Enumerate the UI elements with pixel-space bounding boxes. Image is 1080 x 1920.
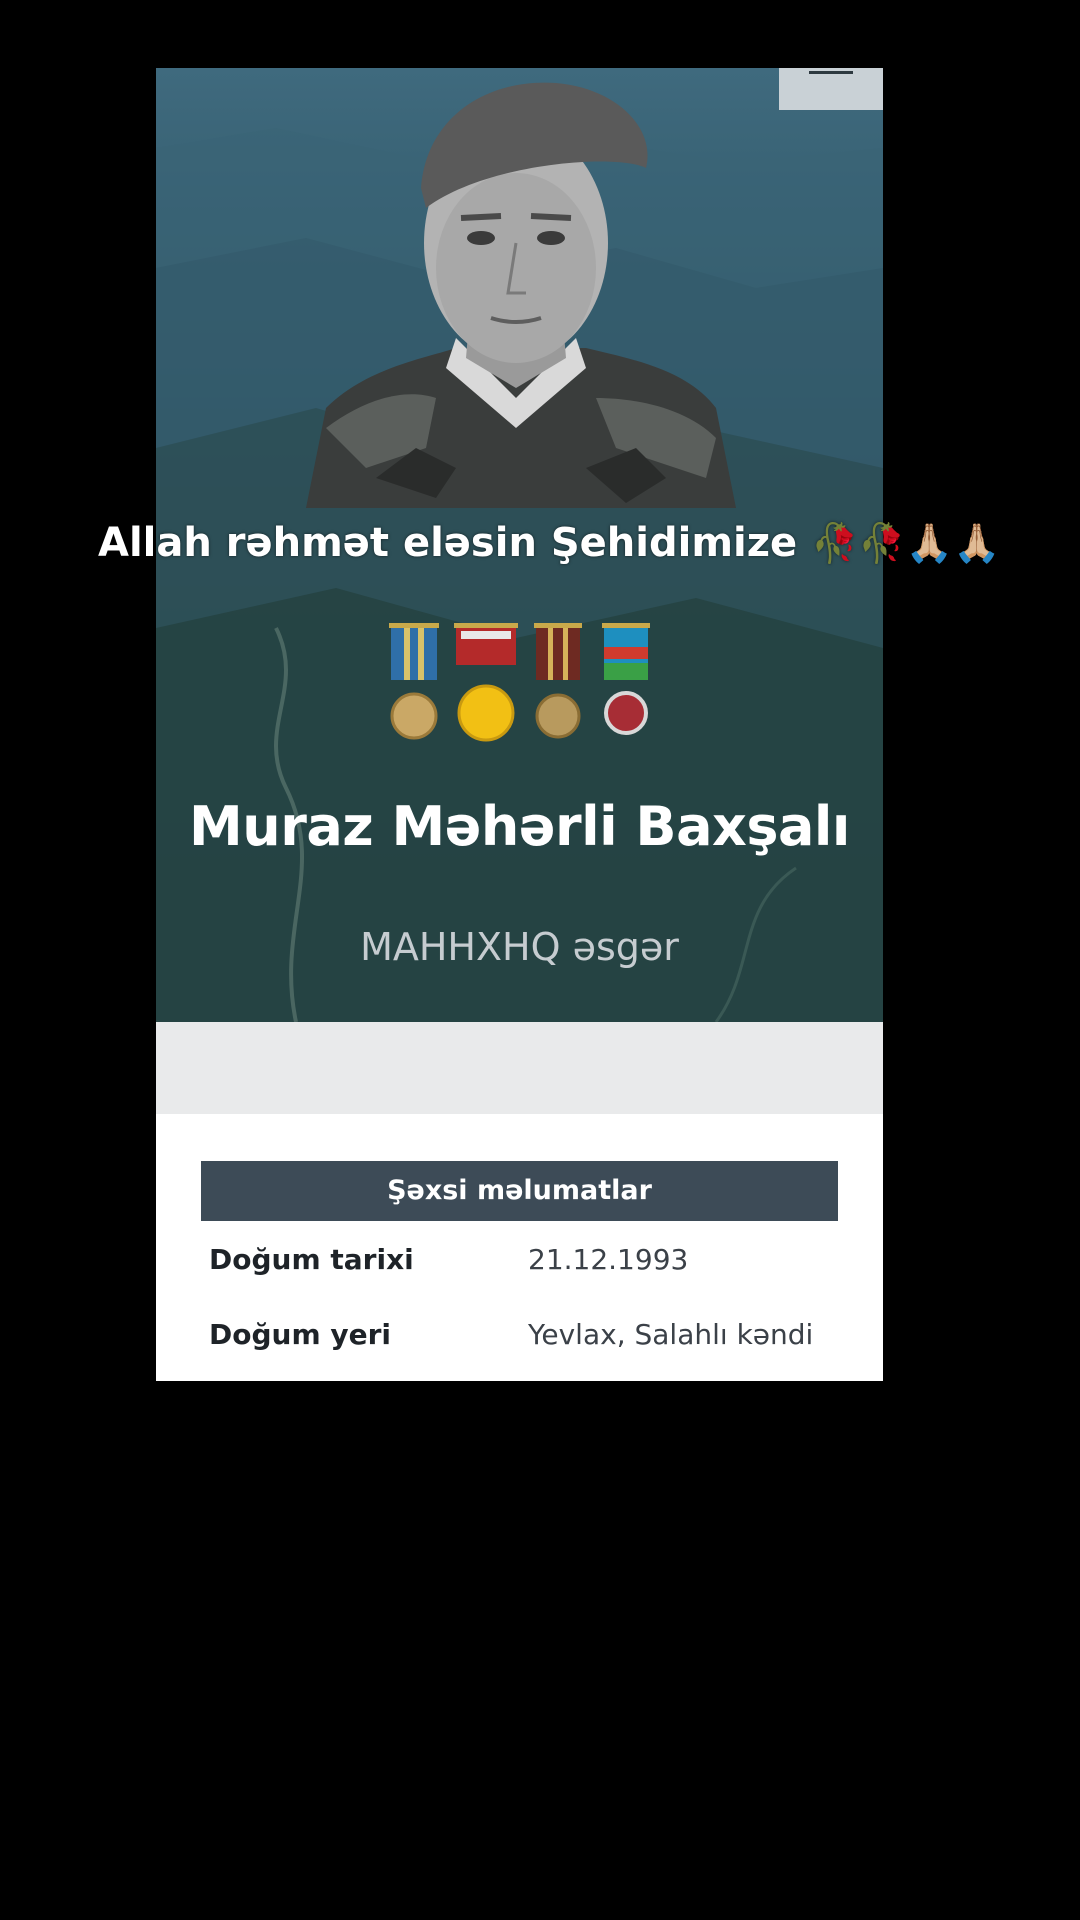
- video-frame: Muraz Məhərli Baxşalı MAHHXHQ əsgər Şəxs…: [0, 0, 1080, 1920]
- caption-emojis: 🥀🥀🙏🏼🙏🏼: [811, 521, 1001, 565]
- hero-name: Muraz Məhərli Baxşalı: [189, 795, 850, 858]
- info-row-birth-date: Doğum tarixi 21.12.1993: [201, 1221, 838, 1296]
- info-value: 21.12.1993: [528, 1243, 689, 1276]
- divider-band: [156, 1022, 883, 1114]
- medal-3-icon: [534, 623, 582, 739]
- hero-rank: MAHHXHQ əsgər: [360, 925, 679, 969]
- soldier-portrait: [306, 82, 736, 508]
- medal-1-icon: [389, 623, 439, 740]
- personal-info-header: Şəxsi məlumatlar: [201, 1161, 838, 1221]
- personal-info-table: Şəxsi məlumatlar Doğum tarixi 21.12.1993…: [201, 1161, 838, 1371]
- video-caption: Allah rəhmət eləsin Şehidimize 🥀🥀🙏🏼🙏🏼: [98, 520, 1001, 566]
- medal-2-icon: [454, 623, 518, 742]
- menu-bar-icon: [809, 71, 853, 74]
- info-value: Yevlax, Salahlı kəndi: [528, 1318, 814, 1351]
- caption-text: Allah rəhmət eləsin Şehidimize: [98, 520, 798, 566]
- info-label: Doğum yeri: [209, 1318, 392, 1351]
- medals-row: [389, 623, 650, 742]
- info-label: Doğum tarixi: [209, 1243, 414, 1276]
- memorial-card: Muraz Məhərli Baxşalı MAHHXHQ əsgər Şəxs…: [156, 68, 883, 1381]
- medal-4-icon: [602, 623, 650, 735]
- info-row-birth-place: Doğum yeri Yevlax, Salahlı kəndi: [201, 1296, 838, 1371]
- menu-tab[interactable]: [779, 68, 883, 110]
